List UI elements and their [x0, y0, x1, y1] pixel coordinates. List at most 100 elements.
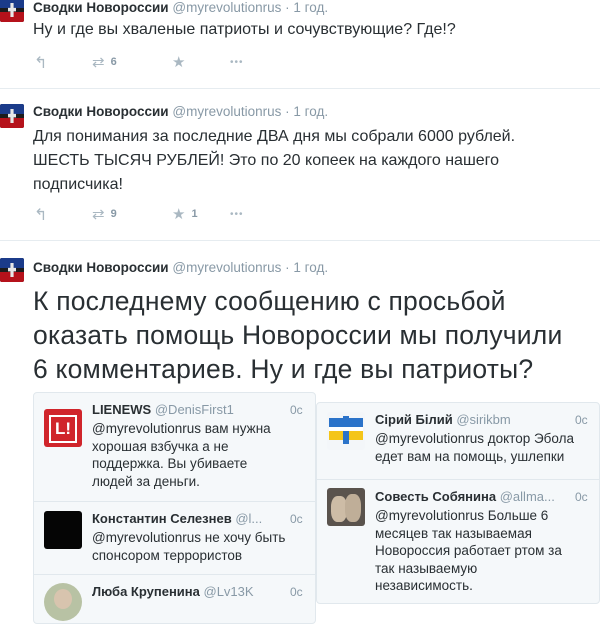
avatar[interactable]: L!: [44, 409, 82, 447]
tweet-3: Сводки Новороссии @myrevolutionrus · 1 г…: [0, 256, 600, 624]
retweet-count: 9: [110, 208, 117, 220]
reply-header: Люба Крупенина @Lv13K: [92, 584, 254, 599]
tweet-text-line: К последнему сообщению с просьбой: [33, 286, 506, 316]
reply-text-line: @myrevolutionrus вам нужна: [92, 421, 271, 436]
tweet-time[interactable]: 1 год.: [293, 0, 328, 15]
tweet-actions: ↰ ⇄ 9 ★ 1 •••: [34, 205, 294, 225]
avatar[interactable]: [44, 583, 82, 621]
retweet-icon: ⇄: [92, 54, 105, 71]
reply-header: Совесть Собянина @allma...: [375, 489, 555, 504]
reply-text-line: @myrevolutionrus доктор Эбола: [375, 431, 575, 446]
tweet-text: К последнему сообщению с просьбой оказат…: [33, 284, 562, 386]
tweet-text-line: 6 комментариев. Ну и где вы патриоты?: [33, 354, 534, 384]
reply-author-name[interactable]: Совесть Собянина: [375, 489, 496, 504]
reply-text-line: хорошая взбучка а не: [92, 438, 229, 454]
reply-text-line: людей за деньги.: [92, 473, 200, 489]
reply-time[interactable]: 0с: [575, 413, 588, 427]
reply-author-name[interactable]: LIENEWS: [92, 402, 151, 417]
reply-text-line: едет вам на помощь, ушлепки: [375, 448, 565, 464]
replies-card-left: L! LIENEWS @DenisFirst1 0с @myrevolution…: [33, 392, 316, 624]
author-handle[interactable]: @myrevolutionrus: [172, 104, 281, 119]
tweet-actions: ↰ ⇄ 6 ★ •••: [34, 53, 294, 73]
reply-text-line: поддержка. Вы убиваете: [92, 456, 248, 471]
tweet-2: Сводки Новороссии @myrevolutionrus · 1 г…: [0, 100, 600, 240]
reply-time[interactable]: 0с: [290, 585, 303, 599]
author-name[interactable]: Сводки Новороссии: [33, 104, 169, 119]
reply-text-line: @myrevolutionrus не хочу быть: [92, 530, 286, 545]
reply-author-handle[interactable]: @Lv13K: [204, 584, 254, 599]
tweet-text: Ну и где вы хваленые патриоты и сочувств…: [33, 21, 456, 38]
avatar[interactable]: [44, 511, 82, 549]
reply-text-line: так называемую: [375, 560, 478, 576]
reply-time[interactable]: 0с: [290, 512, 303, 526]
divider: [0, 240, 600, 241]
reply-author-handle[interactable]: @allma...: [500, 489, 555, 504]
avatar[interactable]: [0, 258, 24, 282]
reply-time[interactable]: 0с: [575, 490, 588, 504]
more-icon[interactable]: •••: [230, 57, 244, 68]
author-name[interactable]: Сводки Новороссии: [33, 260, 169, 275]
reply-author-name[interactable]: Сірий Білий: [375, 412, 453, 427]
reply-author-handle[interactable]: @l...: [235, 511, 262, 526]
divider: [0, 88, 600, 89]
reply-text: @myrevolutionrus доктор Эбола едет вам н…: [375, 430, 595, 465]
favorite-button[interactable]: ★ 1: [172, 205, 198, 223]
reply-author-handle[interactable]: @sirikbm: [456, 412, 510, 427]
reply-item[interactable]: Сірий Білий @sirikbm 0с @myrevolutionrus…: [317, 403, 599, 479]
reply-text: @myrevolutionrus вам нужна хорошая взбуч…: [92, 420, 307, 490]
reply-text-line: Новороссия работает ртом за: [375, 543, 562, 558]
tweet-time[interactable]: 1 год.: [293, 260, 328, 275]
reply-text: @myrevolutionrus Больше 6 месяцев так на…: [375, 507, 595, 595]
tweet-text: Для понимания за последние ДВА дня мы со…: [33, 125, 515, 197]
avatar-face: [54, 589, 72, 609]
avatar[interactable]: [0, 0, 24, 22]
retweet-count: 6: [110, 56, 117, 68]
reply-header: Константин Селезнев @l...: [92, 511, 262, 526]
more-icon[interactable]: •••: [230, 209, 244, 220]
tweet-text-line: ШЕСТЬ ТЫСЯЧ РУБЛЕЙ! Это по 20 копеек на …: [33, 152, 500, 169]
star-icon[interactable]: ★: [172, 53, 185, 71]
separator-dot: ·: [285, 0, 290, 15]
favorite-count: 1: [191, 208, 198, 220]
reply-author-name[interactable]: Люба Крупенина: [92, 584, 200, 599]
reply-header: Сірий Білий @sirikbm: [375, 412, 511, 427]
tweet-text-line: подписчика!: [33, 176, 123, 193]
tweet-time[interactable]: 1 год.: [293, 104, 328, 119]
reply-icon[interactable]: ↰: [34, 205, 47, 225]
author-handle[interactable]: @myrevolutionrus: [172, 260, 281, 275]
reply-text-line: @myrevolutionrus Больше 6: [375, 508, 549, 523]
star-icon: ★: [172, 206, 186, 223]
author-name[interactable]: Сводки Новороссии: [33, 0, 169, 15]
reply-item[interactable]: Константин Селезнев @l... 0с @myrevoluti…: [34, 502, 315, 574]
separator-dot: ·: [285, 104, 290, 119]
reply-text: @myrevolutionrus не хочу быть спонсором …: [92, 529, 307, 564]
reply-icon[interactable]: ↰: [34, 53, 47, 73]
avatar[interactable]: [327, 488, 365, 526]
avatar-figure-right: [345, 494, 361, 522]
retweet-button[interactable]: ⇄ 9: [92, 205, 117, 223]
reply-time[interactable]: 0с: [290, 403, 303, 417]
retweet-icon: ⇄: [92, 206, 105, 223]
reply-item[interactable]: L! LIENEWS @DenisFirst1 0с @myrevolution…: [34, 393, 315, 501]
reply-text-line: спонсором террористов: [92, 547, 243, 563]
reply-item[interactable]: Люба Крупенина @Lv13K 0с: [34, 575, 315, 623]
separator-dot: ·: [285, 260, 290, 275]
tweet-1: Сводки Новороссии @myrevolutionrus · 1 г…: [0, 0, 600, 88]
tweet-header: Сводки Новороссии @myrevolutionrus · 1 г…: [33, 260, 328, 275]
replies-card-right: Сірий Білий @sirikbm 0с @myrevolutionrus…: [316, 402, 600, 604]
reply-text-line: независимость.: [375, 578, 473, 593]
tweet-text-line: оказать помощь Новороссии мы получили: [33, 320, 563, 350]
retweet-button[interactable]: ⇄ 6: [92, 53, 117, 71]
avatar[interactable]: [327, 412, 365, 450]
tweet-text-line: Для понимания за последние ДВА дня мы со…: [33, 128, 516, 145]
tweet-header: Сводки Новороссии @myrevolutionrus · 1 г…: [33, 104, 328, 119]
lienews-logo: L!: [49, 415, 77, 443]
reply-author-name[interactable]: Константин Селезнев: [92, 511, 232, 526]
reply-text-line: месяцев так называемая: [375, 525, 532, 541]
avatar[interactable]: [0, 104, 24, 128]
author-handle[interactable]: @myrevolutionrus: [172, 0, 281, 15]
flag-cross-horizontal: [329, 427, 363, 431]
tweet-header: Сводки Новороссии @myrevolutionrus · 1 г…: [33, 0, 328, 15]
reply-item[interactable]: Совесть Собянина @allma... 0с @myrevolut…: [317, 480, 599, 603]
reply-author-handle[interactable]: @DenisFirst1: [155, 402, 234, 417]
